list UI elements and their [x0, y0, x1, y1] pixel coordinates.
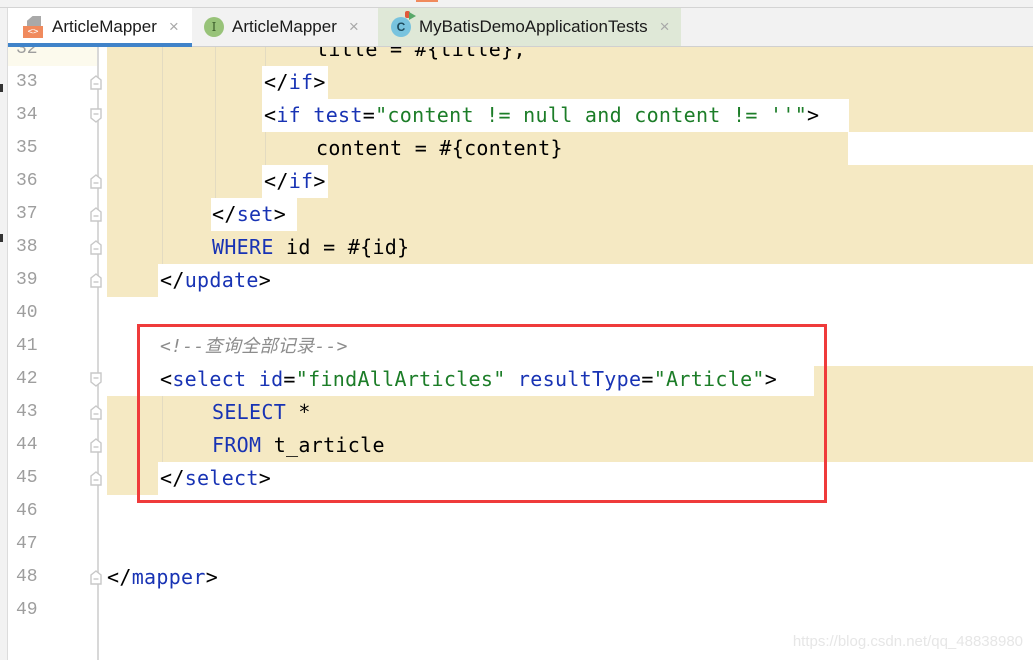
- line-number: 38: [16, 237, 38, 257]
- line-number: 43: [16, 402, 38, 422]
- line-number: 48: [16, 567, 38, 587]
- highlight-annotation-box: [137, 324, 827, 503]
- tab-mybatis-demo-application-tests[interactable]: C MyBatisDemoApplicationTests ×: [378, 8, 681, 46]
- close-icon[interactable]: ×: [169, 17, 179, 37]
- tab-article-mapper-interface[interactable]: I ArticleMapper ×: [192, 8, 378, 46]
- code-text: title = #{title},: [316, 47, 526, 61]
- editor-tab-bar: <> ArticleMapper × I ArticleMapper × C M…: [8, 8, 1033, 47]
- line-number: 39: [16, 270, 38, 290]
- fold-end-icon[interactable]: [90, 207, 102, 222]
- left-strip-mark: [0, 234, 3, 242]
- code-line: 49: [8, 594, 1033, 627]
- tab-label: MyBatisDemoApplicationTests: [419, 17, 648, 36]
- code-text: </set>: [212, 202, 287, 226]
- fold-start-icon[interactable]: [90, 108, 102, 123]
- code-line: 36 </if>: [8, 165, 1033, 198]
- left-strip-mark: [0, 84, 3, 92]
- breadcrumb-marker: [416, 0, 438, 2]
- fold-end-icon[interactable]: [90, 174, 102, 189]
- breadcrumb-strip: [0, 0, 1033, 8]
- fold-end-icon[interactable]: [90, 405, 102, 420]
- code-line: 37 </set>: [8, 198, 1033, 231]
- line-number: 45: [16, 468, 38, 488]
- fold-end-icon[interactable]: [90, 75, 102, 90]
- test-class-icon: C: [391, 11, 416, 37]
- code-line: 48 </mapper>: [8, 561, 1033, 594]
- code-text: <if test="content != null and content !=…: [264, 103, 820, 127]
- fold-end-icon[interactable]: [90, 273, 102, 288]
- line-number: 33: [16, 72, 38, 92]
- tab-article-mapper-xml[interactable]: <> ArticleMapper ×: [8, 8, 192, 47]
- line-number: 44: [16, 435, 38, 455]
- fold-end-icon[interactable]: [90, 570, 102, 585]
- code-text: </update>: [160, 268, 272, 292]
- fold-end-icon[interactable]: [90, 471, 102, 486]
- line-number: 41: [16, 336, 38, 356]
- code-text: </mapper>: [107, 565, 219, 589]
- line-number: 42: [16, 369, 38, 389]
- code-text: content = #{content}: [316, 136, 563, 160]
- code-line: 34 <if test="content != null and content…: [8, 99, 1033, 132]
- code-line: 47: [8, 528, 1033, 561]
- code-line: 35 content = #{content}: [8, 132, 1033, 165]
- interface-icon: I: [204, 17, 224, 37]
- line-number: 36: [16, 171, 38, 191]
- code-line: 39 </update>: [8, 264, 1033, 297]
- code-text: WHERE id = #{id}: [212, 235, 410, 259]
- fold-end-icon[interactable]: [90, 438, 102, 453]
- line-number: 46: [16, 501, 38, 521]
- code-line: 33 </if>: [8, 66, 1033, 99]
- fold-start-icon[interactable]: [90, 372, 102, 387]
- line-number: 47: [16, 534, 38, 554]
- close-icon[interactable]: ×: [349, 17, 359, 37]
- code-text: </if>: [264, 169, 326, 193]
- line-number: 37: [16, 204, 38, 224]
- code-text: </if>: [264, 70, 326, 94]
- code-line: 32 title = #{title},: [8, 47, 1033, 66]
- left-tool-strip: [0, 8, 8, 660]
- fold-end-icon[interactable]: [90, 240, 102, 255]
- line-number: 35: [16, 138, 38, 158]
- tab-label: ArticleMapper: [232, 17, 337, 36]
- tab-label: ArticleMapper: [52, 17, 157, 36]
- line-number: 34: [16, 105, 38, 125]
- line-number: 32: [16, 47, 38, 59]
- close-icon[interactable]: ×: [660, 17, 670, 37]
- line-number: 40: [16, 303, 38, 323]
- xml-file-icon: <>: [22, 16, 44, 38]
- code-line: 38 WHERE id = #{id}: [8, 231, 1033, 264]
- watermark: https://blog.csdn.net/qq_48838980: [792, 633, 1023, 650]
- line-number: 49: [16, 600, 38, 620]
